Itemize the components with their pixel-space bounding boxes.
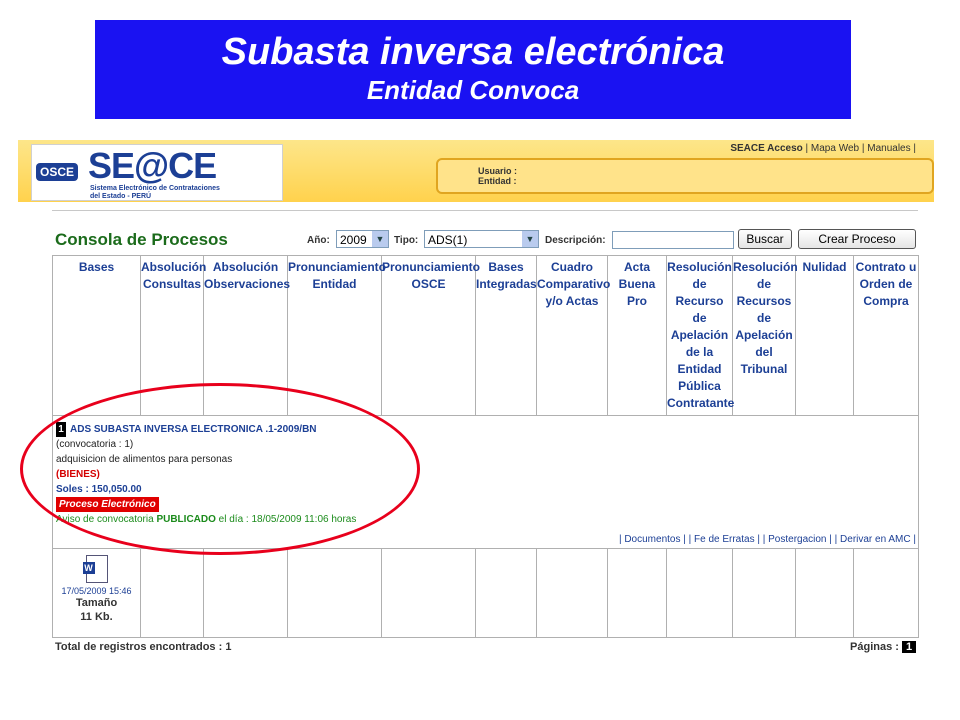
aviso-prefix: Aviso de convocatoria bbox=[56, 514, 157, 525]
logo-subtitle-line1: Sistema Electrónico de Contrataciones bbox=[90, 185, 220, 192]
process-aviso: Aviso de convocatoria PUBLICADO el día :… bbox=[56, 512, 918, 527]
bases-document-cell[interactable]: W 17/05/2009 15:46 Tamaño 11 Kb. bbox=[52, 548, 141, 638]
logo-subtitle-line2: del Estado - PERÚ bbox=[90, 193, 152, 200]
process-console: Consola de Procesos Año: 2009 ▼ Tipo: AD… bbox=[52, 210, 919, 660]
process-amount: Soles : 150,050.00 bbox=[56, 484, 142, 495]
col-header: Resolución de Recursos de Apelación del … bbox=[732, 255, 798, 416]
anio-select[interactable]: 2009 ▼ bbox=[336, 230, 389, 248]
document-size-value: 11 Kb. bbox=[80, 611, 113, 623]
pages-label: Páginas : bbox=[850, 641, 899, 653]
table-row: W 17/05/2009 15:46 Tamaño 11 Kb. bbox=[52, 548, 919, 638]
empty-cell bbox=[607, 548, 667, 638]
tipo-label: Tipo: bbox=[394, 235, 419, 246]
descripcion-label: Descripción: bbox=[545, 235, 606, 246]
process-category: (BIENES) bbox=[56, 469, 100, 480]
process-title[interactable]: 1 ADS SUBASTA INVERSA ELECTRONICA .1-2009… bbox=[56, 422, 918, 437]
col-header: Absolución Consultas bbox=[140, 255, 206, 416]
aviso-status: PUBLICADO bbox=[156, 514, 216, 525]
col-header: Acta Buena Pro bbox=[607, 255, 667, 416]
empty-cell bbox=[203, 548, 288, 638]
seace-header: OSCE SE@CE Sistema Electrónico de Contra… bbox=[18, 140, 934, 202]
col-header: Absolución Observaciones bbox=[203, 255, 290, 416]
title-banner: Subasta inversa electrónica Entidad Conv… bbox=[95, 20, 851, 119]
logo-subtitle: Sistema Electrónico de Contrataciones de… bbox=[90, 185, 220, 201]
seace-logo-text: SE@CE bbox=[88, 145, 217, 186]
link-postergacion[interactable]: Postergacion bbox=[768, 534, 826, 545]
document-size-label: Tamaño bbox=[75, 597, 118, 609]
table-header-row: Bases Absolución Consultas Absolución Ob… bbox=[52, 255, 919, 416]
anio-label: Año: bbox=[307, 235, 330, 246]
pagination: Páginas : 1 bbox=[850, 641, 916, 653]
page-1-link[interactable]: 1 bbox=[902, 641, 916, 653]
empty-cell bbox=[732, 548, 796, 638]
aviso-suffix: el día : 18/05/2009 11:06 horas bbox=[215, 514, 357, 525]
col-header: Pronunciamiento OSCE bbox=[381, 255, 480, 416]
col-header: Resolución de Recurso de Apelación de la… bbox=[666, 255, 734, 416]
seace-logo: OSCE SE@CE Sistema Electrónico de Contra… bbox=[31, 144, 283, 201]
empty-cell bbox=[666, 548, 733, 638]
buscar-button[interactable]: Buscar bbox=[738, 229, 792, 249]
empty-cell bbox=[795, 548, 854, 638]
empty-cell bbox=[853, 548, 919, 638]
anio-value: 2009 bbox=[340, 233, 367, 247]
chevron-down-icon[interactable]: ▼ bbox=[522, 231, 538, 247]
descripcion-input[interactable] bbox=[612, 231, 734, 249]
col-header: Nulidad bbox=[795, 255, 854, 416]
console-title: Consola de Procesos bbox=[55, 230, 228, 249]
link-fe-de-erratas[interactable]: Fe de Erratas bbox=[694, 534, 755, 545]
process-cell: 1 ADS SUBASTA INVERSA ELECTRONICA .1-2009… bbox=[52, 415, 919, 549]
crear-proceso-button[interactable]: Crear Proceso bbox=[798, 229, 916, 249]
process-name[interactable]: ADS SUBASTA INVERSA ELECTRONICA .1-2009/… bbox=[70, 424, 317, 435]
empty-cell bbox=[381, 548, 476, 638]
entidad-label: Entidad : bbox=[478, 176, 517, 186]
link-mapa-web[interactable]: Mapa Web bbox=[811, 143, 859, 154]
col-header: Contrato u Orden de Compra bbox=[853, 255, 919, 416]
document-date[interactable]: 17/05/2009 15:46 bbox=[53, 586, 140, 596]
process-links: | Documentos | | Fe de Erratas | | Poste… bbox=[618, 534, 916, 545]
process-description: adquisicion de alimentos para personas bbox=[56, 454, 233, 465]
tipo-select[interactable]: ADS(1) ▼ bbox=[424, 230, 539, 248]
col-header: Bases Integradas bbox=[475, 255, 537, 416]
col-header: Cuadro Comparativo y/o Actas bbox=[536, 255, 610, 416]
total-records: Total de registros encontrados : 1 bbox=[55, 641, 232, 653]
process-convocatoria: (convocatoria : 1) bbox=[56, 439, 134, 450]
slide-title: Subasta inversa electrónica bbox=[221, 31, 725, 73]
tipo-value: ADS(1) bbox=[428, 233, 468, 247]
link-documentos[interactable]: Documentos bbox=[624, 534, 680, 545]
table-row: 1 ADS SUBASTA INVERSA ELECTRONICA .1-2009… bbox=[52, 415, 919, 549]
word-doc-icon[interactable]: W bbox=[82, 555, 108, 583]
link-manuales[interactable]: Manuales bbox=[867, 143, 910, 154]
process-number: 1 bbox=[56, 422, 66, 437]
col-header: Pronunciamiento Entidad bbox=[287, 255, 386, 416]
divider bbox=[52, 210, 918, 211]
empty-cell bbox=[287, 548, 382, 638]
col-header: Bases bbox=[52, 255, 141, 416]
osce-logo-text: OSCE bbox=[36, 163, 79, 181]
slide-subtitle: Entidad Convoca bbox=[366, 75, 580, 105]
chevron-down-icon[interactable]: ▼ bbox=[372, 231, 388, 247]
link-seace-acceso[interactable]: SEACE Acceso bbox=[730, 143, 802, 154]
process-table: Bases Absolución Consultas Absolución Ob… bbox=[52, 255, 919, 638]
empty-cell bbox=[140, 548, 204, 638]
empty-cell bbox=[536, 548, 608, 638]
link-derivar-amc[interactable]: Derivar en AMC bbox=[840, 534, 911, 545]
usuario-label: Usuario : bbox=[478, 166, 518, 176]
top-links: SEACE Acceso | Mapa Web | Manuales | bbox=[730, 143, 916, 154]
empty-cell bbox=[475, 548, 537, 638]
electronic-process-badge: Proceso Electrónico bbox=[56, 497, 159, 512]
user-info-box: Usuario : Entidad : bbox=[436, 158, 934, 194]
